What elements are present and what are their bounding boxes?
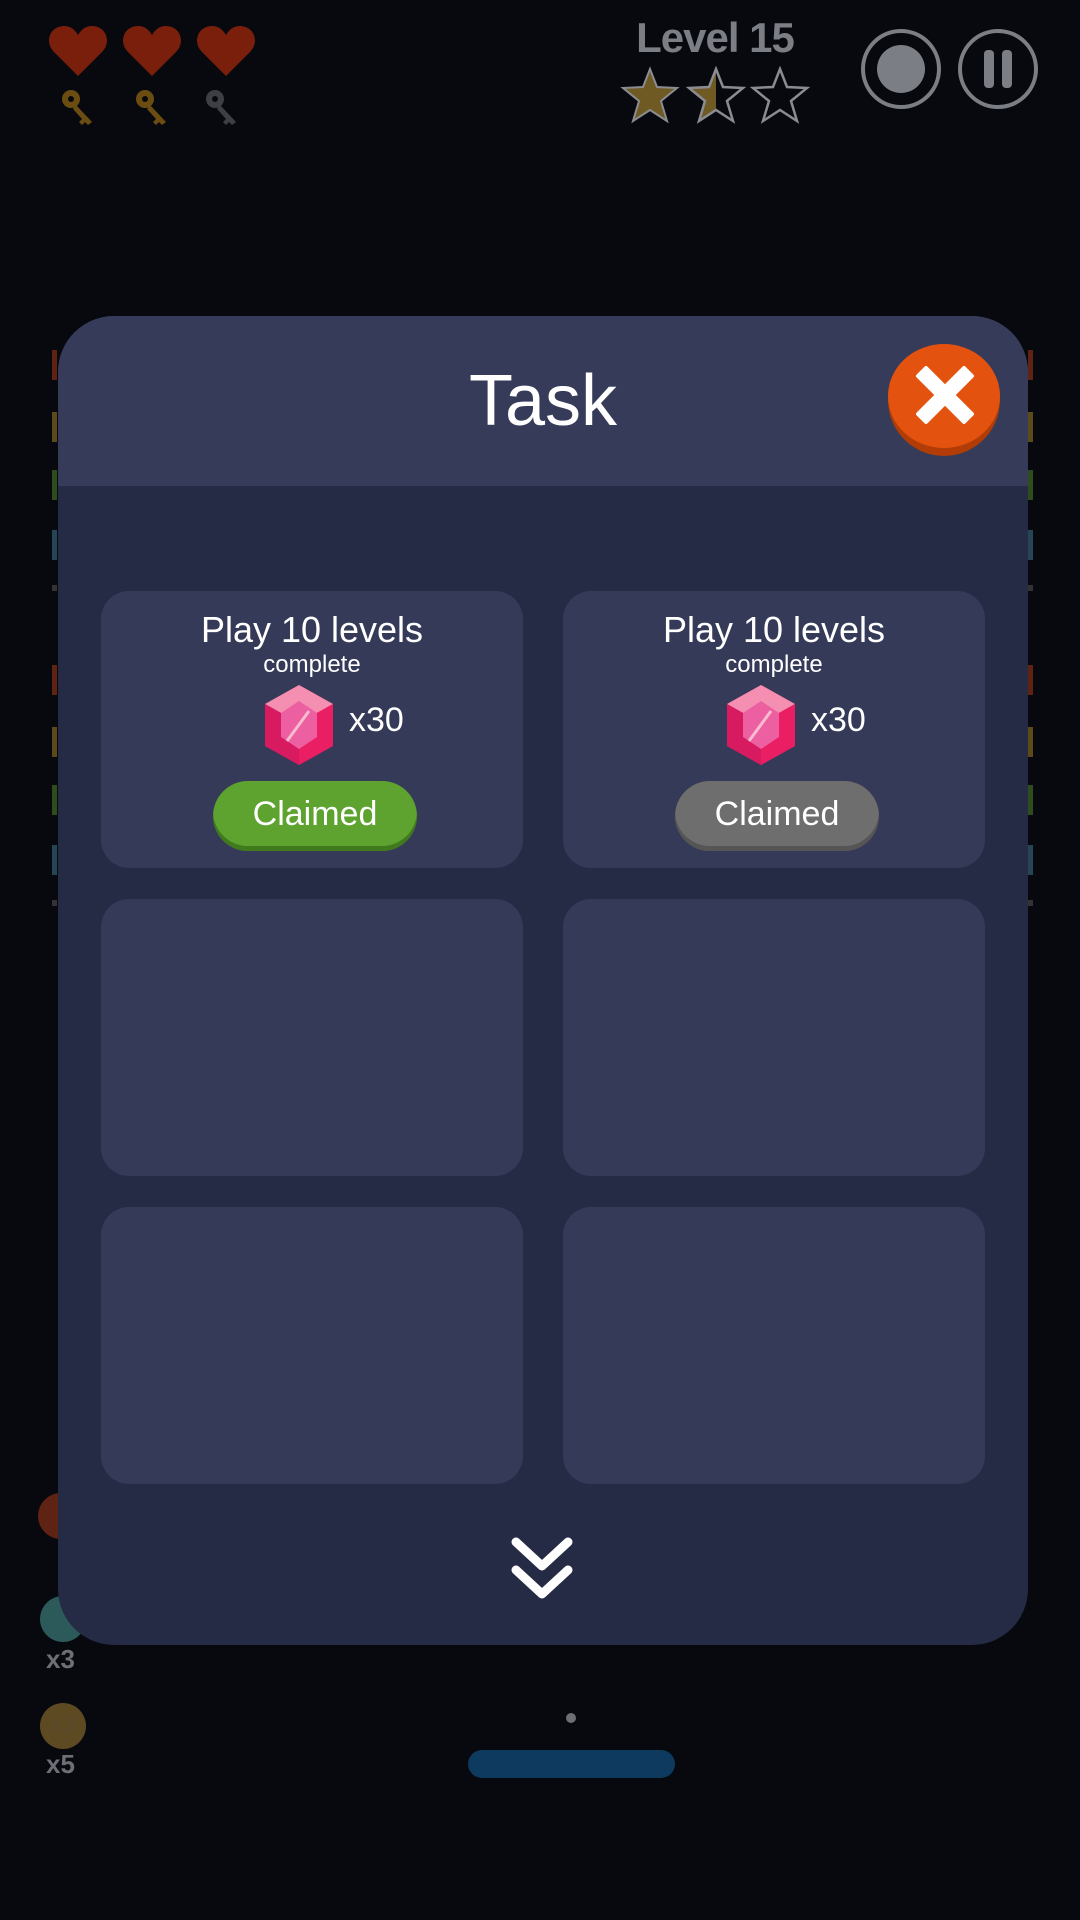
task-card: Play 10 levels complete x30 Claimed — [563, 591, 985, 868]
claimed-button[interactable]: Claimed — [213, 781, 417, 851]
task-modal: Task Play 10 levels complete x30 Claimed… — [58, 316, 1028, 1645]
page-indicator-dot — [566, 1713, 576, 1723]
close-button[interactable] — [888, 344, 1000, 456]
progress-bar — [468, 1750, 675, 1778]
pink-gem-icon — [727, 685, 795, 765]
reward-quantity: x30 — [349, 701, 404, 739]
reward-quantity: x30 — [811, 701, 866, 739]
empty-task-slot — [563, 899, 985, 1176]
close-icon — [916, 366, 974, 424]
modal-title: Task — [468, 361, 618, 441]
empty-task-slot — [563, 1207, 985, 1484]
powerup-multiplier-icon[interactable]: x3 — [40, 1703, 86, 1749]
task-card: Play 10 levels complete x30 Claimed — [101, 591, 523, 868]
claimed-button[interactable]: Claimed — [675, 781, 879, 851]
empty-task-slot — [101, 899, 523, 1176]
task-subtitle: complete — [263, 651, 361, 678]
task-title: Play 10 levels — [200, 609, 424, 650]
task-title: Play 10 levels — [662, 609, 886, 650]
powerup-count: x3 — [46, 1644, 75, 1674]
double-chevron-down-icon[interactable] — [510, 1534, 574, 1604]
powerup-count: x5 — [46, 1749, 75, 1779]
task-subtitle: complete — [725, 651, 823, 678]
empty-task-slot — [101, 1207, 523, 1484]
pink-gem-icon — [265, 685, 333, 765]
